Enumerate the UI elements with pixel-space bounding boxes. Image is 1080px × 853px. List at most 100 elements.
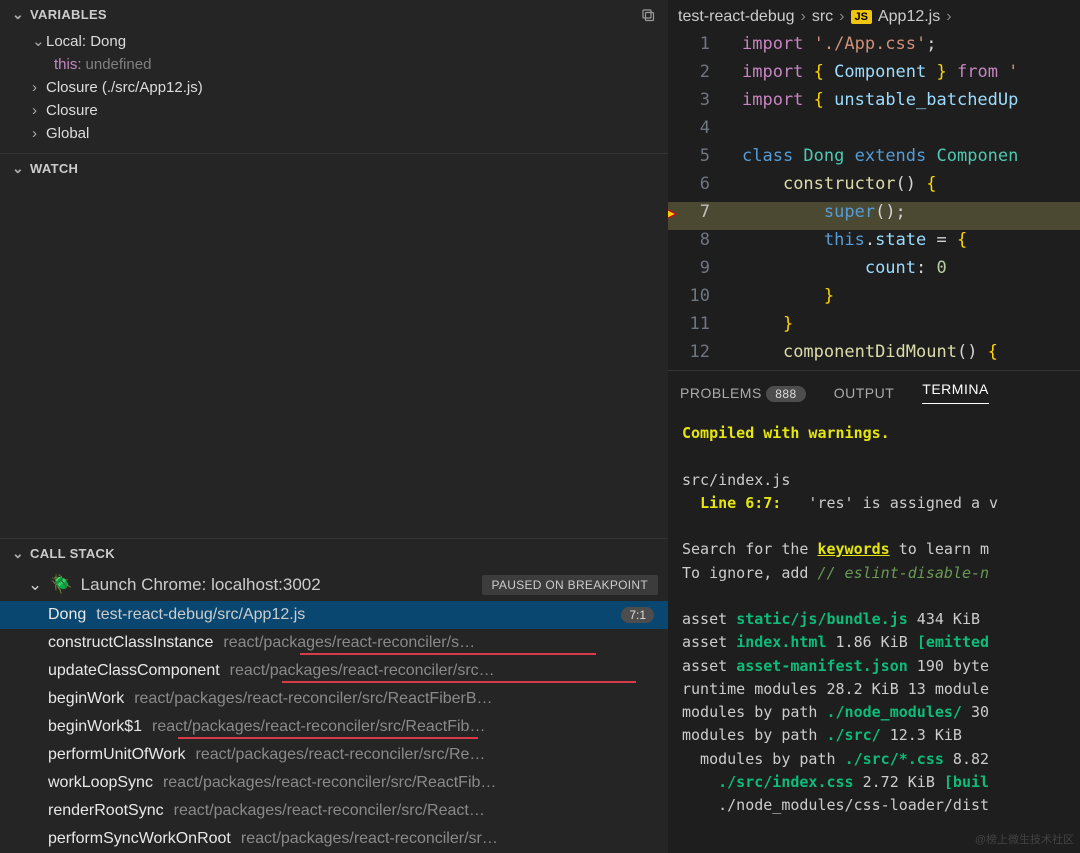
code-line[interactable]: 10 } xyxy=(668,286,1080,314)
terminal-line xyxy=(682,445,1066,468)
tab-output[interactable]: OUTPUT xyxy=(834,385,895,401)
annotation-underline xyxy=(300,653,596,656)
code-line[interactable]: 3import { unstable_batchedUp xyxy=(668,90,1080,118)
callstack-title: CALL STACK xyxy=(30,546,115,561)
code-line[interactable]: 11 } xyxy=(668,314,1080,342)
stack-frame[interactable]: beginWork react/packages/react-reconciler… xyxy=(0,685,668,713)
scope-closure[interactable]: › Closure xyxy=(0,99,668,122)
code-line[interactable]: 7 super(); xyxy=(668,202,1080,230)
code-content: } xyxy=(724,314,793,334)
code-content: } xyxy=(724,286,834,306)
debug-session-row[interactable]: ⌄ 🪲 Launch Chrome: localhost:3002 PAUSED… xyxy=(0,568,668,601)
frame-linecol: 7:1 xyxy=(621,607,654,623)
tab-terminal[interactable]: TERMINA xyxy=(922,381,989,404)
terminal-line: ./node_modules/css-loader/dist xyxy=(682,794,1066,817)
variables-header[interactable]: ⌄ VARIABLES xyxy=(0,0,668,29)
stack-frame[interactable]: performUnitOfWorkreact/packages/react-re… xyxy=(0,741,668,769)
frame-function: beginWork$1 xyxy=(48,718,142,736)
code-line[interactable]: 9 count: 0 xyxy=(668,258,1080,286)
frame-path: react/packages/react-reconciler/sr… xyxy=(241,830,654,848)
variable-this[interactable]: this: undefined xyxy=(0,53,668,76)
terminal-line: modules by path ./node_modules/ 30 xyxy=(682,701,1066,724)
terminal-line: modules by path ./src/ 12.3 KiB xyxy=(682,724,1066,747)
watch-title: WATCH xyxy=(30,161,78,176)
scope-global[interactable]: › Global xyxy=(0,122,668,145)
variables-title: VARIABLES xyxy=(30,7,107,22)
frame-path: react/packages/react-reconciler/src… xyxy=(230,662,654,680)
line-number[interactable]: 1 xyxy=(668,34,724,54)
frame-function: updateClassComponent xyxy=(48,662,220,680)
frame-path: react/packages/react-reconciler/src/Reac… xyxy=(134,690,654,708)
frame-path: react/packages/react-reconciler/src/Re… xyxy=(196,746,654,764)
terminal-line xyxy=(682,515,1066,538)
frame-path: react/packages/react-reconciler/src/Reac… xyxy=(174,802,654,820)
code-line[interactable]: 12 componentDidMount() { xyxy=(668,342,1080,370)
chevron-right-icon: › xyxy=(946,8,951,26)
code-content: componentDidMount() { xyxy=(724,342,998,362)
chevron-right-icon: › xyxy=(32,79,46,96)
frame-function: performSyncWorkOnRoot xyxy=(48,830,231,848)
line-number[interactable]: 9 xyxy=(668,258,724,278)
copy-icon[interactable] xyxy=(640,7,656,23)
frame-function: constructClassInstance xyxy=(48,634,213,652)
line-number[interactable]: 8 xyxy=(668,230,724,250)
callstack-header[interactable]: ⌄ CALL STACK xyxy=(0,539,668,568)
debug-session-label: Launch Chrome: localhost:3002 xyxy=(81,575,321,595)
frame-function: beginWork xyxy=(48,690,124,708)
line-number[interactable]: 2 xyxy=(668,62,724,82)
terminal-line: src/index.js xyxy=(682,469,1066,492)
code-content: import { unstable_batchedUp xyxy=(724,90,1018,110)
chevron-right-icon: › xyxy=(32,102,46,119)
tab-problems[interactable]: PROBLEMS 888 xyxy=(680,385,806,401)
frame-function: renderRootSync xyxy=(48,802,164,820)
scope-local[interactable]: ⌄ Local: Dong xyxy=(0,29,668,53)
terminal-line: To ignore, add // eslint-disable-n xyxy=(682,562,1066,585)
code-content: super(); xyxy=(724,202,906,222)
code-line[interactable]: 4 xyxy=(668,118,1080,146)
terminal-line: Search for the keywords to learn m xyxy=(682,538,1066,561)
stack-frame[interactable]: constructClassInstance react/packages/rea… xyxy=(0,629,668,657)
code-line[interactable]: 5class Dong extends Componen xyxy=(668,146,1080,174)
annotation-underline xyxy=(178,737,478,740)
line-number[interactable]: 4 xyxy=(668,118,724,138)
bug-icon: 🪲 xyxy=(50,574,72,595)
line-number[interactable]: 11 xyxy=(668,314,724,334)
frame-path: react/packages/react-reconciler/src/Reac… xyxy=(163,774,654,792)
frame-path: react/packages/react-reconciler/s… xyxy=(223,634,654,652)
terminal-line: Line 6:7: 'res' is assigned a v xyxy=(682,492,1066,515)
line-number[interactable]: 3 xyxy=(668,90,724,110)
breadcrumb[interactable]: test-react-debug › src › JS App12.js › xyxy=(668,0,1080,34)
chevron-right-icon: › xyxy=(32,125,46,142)
annotation-underline xyxy=(282,681,636,684)
stack-frame[interactable]: updateClassComponent react/packages/react… xyxy=(0,657,668,685)
line-number[interactable]: 12 xyxy=(668,342,724,362)
code-line[interactable]: 8 this.state = { xyxy=(668,230,1080,258)
chevron-right-icon: › xyxy=(839,8,844,26)
stack-frame[interactable]: Dongtest-react-debug/src/App12.js7:1 xyxy=(0,601,668,629)
frame-path: test-react-debug/src/App12.js xyxy=(96,606,615,624)
line-number[interactable]: 7 xyxy=(668,202,724,222)
stack-frame[interactable]: performSyncWorkOnRoot react/packages/reac… xyxy=(0,825,668,853)
chevron-right-icon: › xyxy=(801,8,806,26)
terminal-line: modules by path ./src/*.css 8.82 xyxy=(682,748,1066,771)
terminal-output[interactable]: Compiled with warnings. src/index.js Lin… xyxy=(668,410,1080,829)
code-line[interactable]: 6 constructor() { xyxy=(668,174,1080,202)
watch-header[interactable]: ⌄ WATCH xyxy=(0,154,668,183)
line-number[interactable]: 5 xyxy=(668,146,724,166)
line-number[interactable]: 10 xyxy=(668,286,724,306)
stack-frame[interactable]: beginWork$1 react/packages/react-reconcil… xyxy=(0,713,668,741)
stack-frame[interactable]: renderRootSync react/packages/react-recon… xyxy=(0,797,668,825)
code-editor[interactable]: 1import './App.css';2import { Component … xyxy=(668,34,1080,370)
code-content: import { Component } from ' xyxy=(724,62,1018,82)
code-content: count: 0 xyxy=(724,258,947,278)
code-content: constructor() { xyxy=(724,174,937,194)
breakpoint-arrow-icon xyxy=(668,206,678,226)
stack-frame[interactable]: workLoopSync react/packages/react-reconci… xyxy=(0,769,668,797)
frame-path: react/packages/react-reconciler/src/Reac… xyxy=(152,718,654,736)
line-number[interactable]: 6 xyxy=(668,174,724,194)
scope-closure-file[interactable]: › Closure (./src/App12.js) xyxy=(0,76,668,99)
frame-function: workLoopSync xyxy=(48,774,153,792)
code-line[interactable]: 2import { Component } from ' xyxy=(668,62,1080,90)
chevron-down-icon: ⌄ xyxy=(28,575,42,595)
code-line[interactable]: 1import './App.css'; xyxy=(668,34,1080,62)
